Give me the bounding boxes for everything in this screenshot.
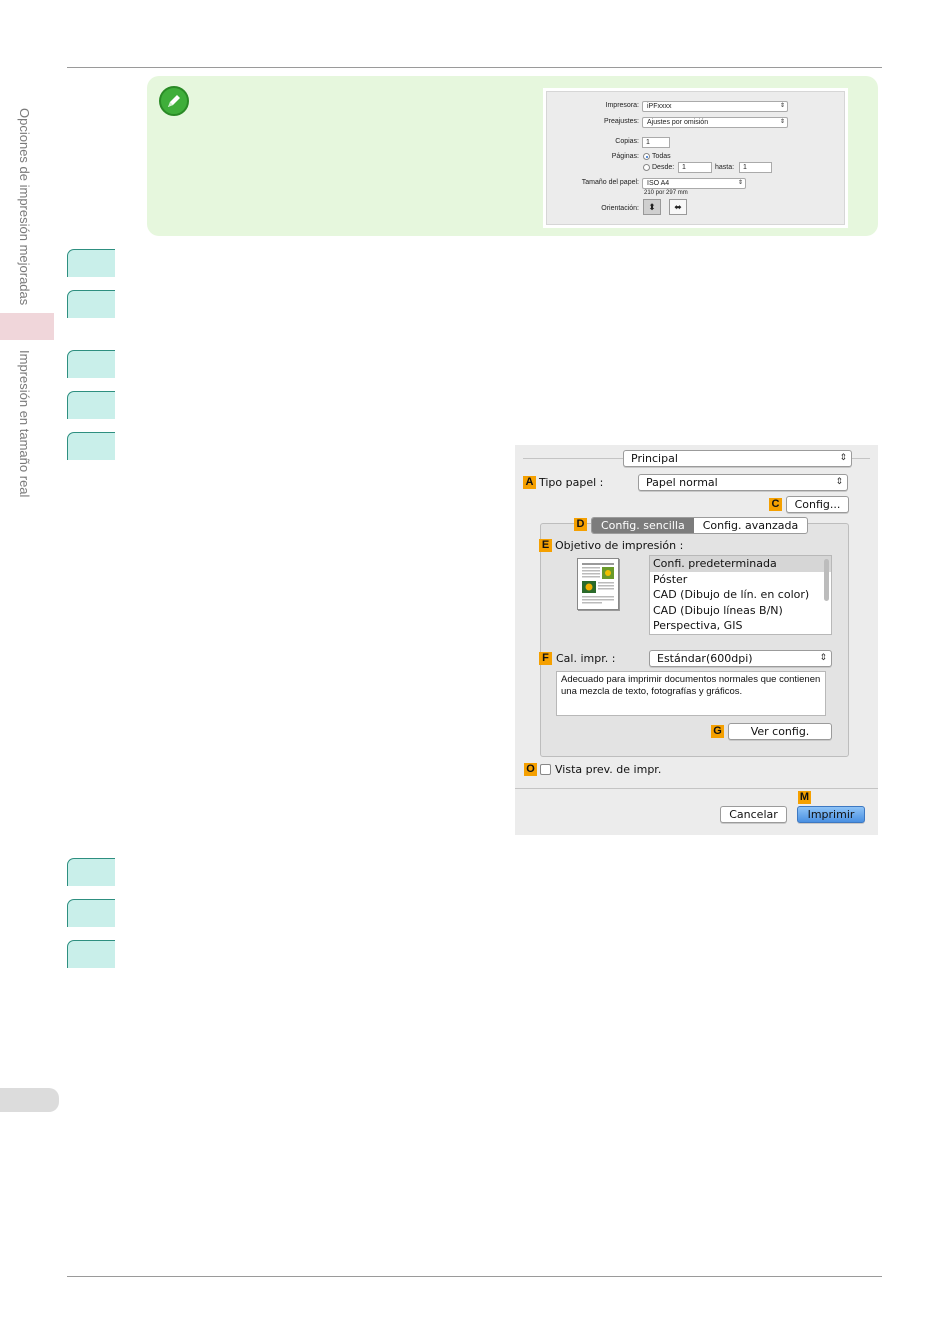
preview-checkbox[interactable] [540,764,551,775]
print-dialog-thumbnail: Impresora: iPFxxxx Preajustes: Ajustes p… [546,91,845,225]
pages-from-label: Desde: [652,164,675,171]
list-item[interactable]: Perspectiva, GIS [650,618,831,634]
step-tab-5 [67,432,115,460]
paper-type-label: Tipo papel : [539,476,604,489]
view-settings-button[interactable]: Ver config. [728,723,832,740]
step-tab-3 [67,350,115,378]
list-item[interactable]: CAD (Dibujo líneas B/N) [650,603,831,619]
step-tab-6 [67,858,115,886]
pages-all-label: Todas [652,153,671,160]
quality-description: Adecuado para imprimir documentos normal… [556,671,826,716]
pages-to-label: hasta: [715,164,735,171]
pages-all-radio[interactable] [643,153,650,160]
presets-popup[interactable]: Ajustes por omisión [642,117,788,128]
sidebar-page-tab[interactable] [0,1088,59,1112]
presets-label: Preajustes: [603,118,639,125]
orientation-label: Orientación: [601,205,639,212]
list-item[interactable]: Confi. predeterminada [650,556,831,572]
sidebar-section-title: Impresión en tamaño real [17,350,32,498]
list-item[interactable]: CAD (Dibujo de lín. en color) [650,587,831,603]
copies-field[interactable]: 1 [642,137,670,148]
print-purpose-list[interactable]: Confi. predeterminada Póster CAD (Dibujo… [649,555,832,635]
document-preview-thumbnail [577,558,619,610]
print-quality-value: Estándar(600dpi) [657,652,753,665]
portrait-icon[interactable]: ⬍ [643,199,661,215]
tab-simple-settings[interactable]: Config. sencilla [592,518,694,533]
tag-a: A [523,476,536,489]
step-tab-1 [67,249,115,277]
tag-f: F [539,652,552,665]
pages-from-field[interactable]: 1 [678,162,712,173]
bottom-separator [515,788,878,789]
paper-size-dims: 210 por 297 mm [644,190,688,196]
pages-label: Páginas: [611,153,639,160]
header-rule [67,67,882,68]
tag-o: O [524,763,537,776]
paper-type-popup[interactable]: Papel normal ⇕ [638,474,848,491]
tag-m: M [798,791,811,804]
tag-g: G [711,725,724,738]
pages-range-radio[interactable] [643,164,650,171]
landscape-icon[interactable]: ⬌ [669,199,687,215]
step-tab-4 [67,391,115,419]
footer-rule [67,1276,882,1277]
printer-popup[interactable]: iPFxxxx [642,101,788,112]
sidebar-section-marker [0,313,54,340]
printer-driver-dialog: Principal ⇕ A Tipo papel : Papel normal … [515,445,878,835]
tab-advanced-settings[interactable]: Config. avanzada [694,518,807,533]
print-button[interactable]: Imprimir [797,806,865,823]
printer-label: Impresora: [605,102,639,109]
print-purpose-label: Objetivo de impresión : [555,539,684,552]
tag-e: E [539,539,552,552]
tag-c: C [769,498,782,511]
popup-arrows-icon: ⇕ [819,653,827,663]
list-scrollbar[interactable] [824,559,829,601]
paper-type-value: Papel normal [646,476,718,489]
pencil-note-icon [159,86,189,116]
panel-popup[interactable]: Principal ⇕ [623,450,852,467]
config-button[interactable]: Config... [786,496,849,513]
preview-label: Vista prev. de impr. [555,763,662,776]
list-item[interactable]: Póster [650,572,831,588]
step-tab-8 [67,940,115,968]
popup-arrows-icon: ⇕ [835,477,843,487]
print-quality-label: Cal. impr. : [556,652,616,665]
cancel-button[interactable]: Cancelar [720,806,787,823]
settings-tabbar: Config. sencilla Config. avanzada [591,517,809,534]
step-tab-7 [67,899,115,927]
copies-label: Copias: [615,138,639,145]
paper-size-popup[interactable]: ISO A4 [642,178,746,189]
panel-popup-value: Principal [631,452,678,465]
print-quality-popup[interactable]: Estándar(600dpi) ⇕ [649,650,832,667]
paper-size-label: Tamaño del papel: [581,179,639,186]
pages-to-field[interactable]: 1 [739,162,772,173]
tag-d: D [574,518,587,531]
sidebar-chapter-title: Opciones de impresión mejoradas [17,108,32,306]
step-tab-2 [67,290,115,318]
popup-arrows-icon: ⇕ [839,453,847,463]
